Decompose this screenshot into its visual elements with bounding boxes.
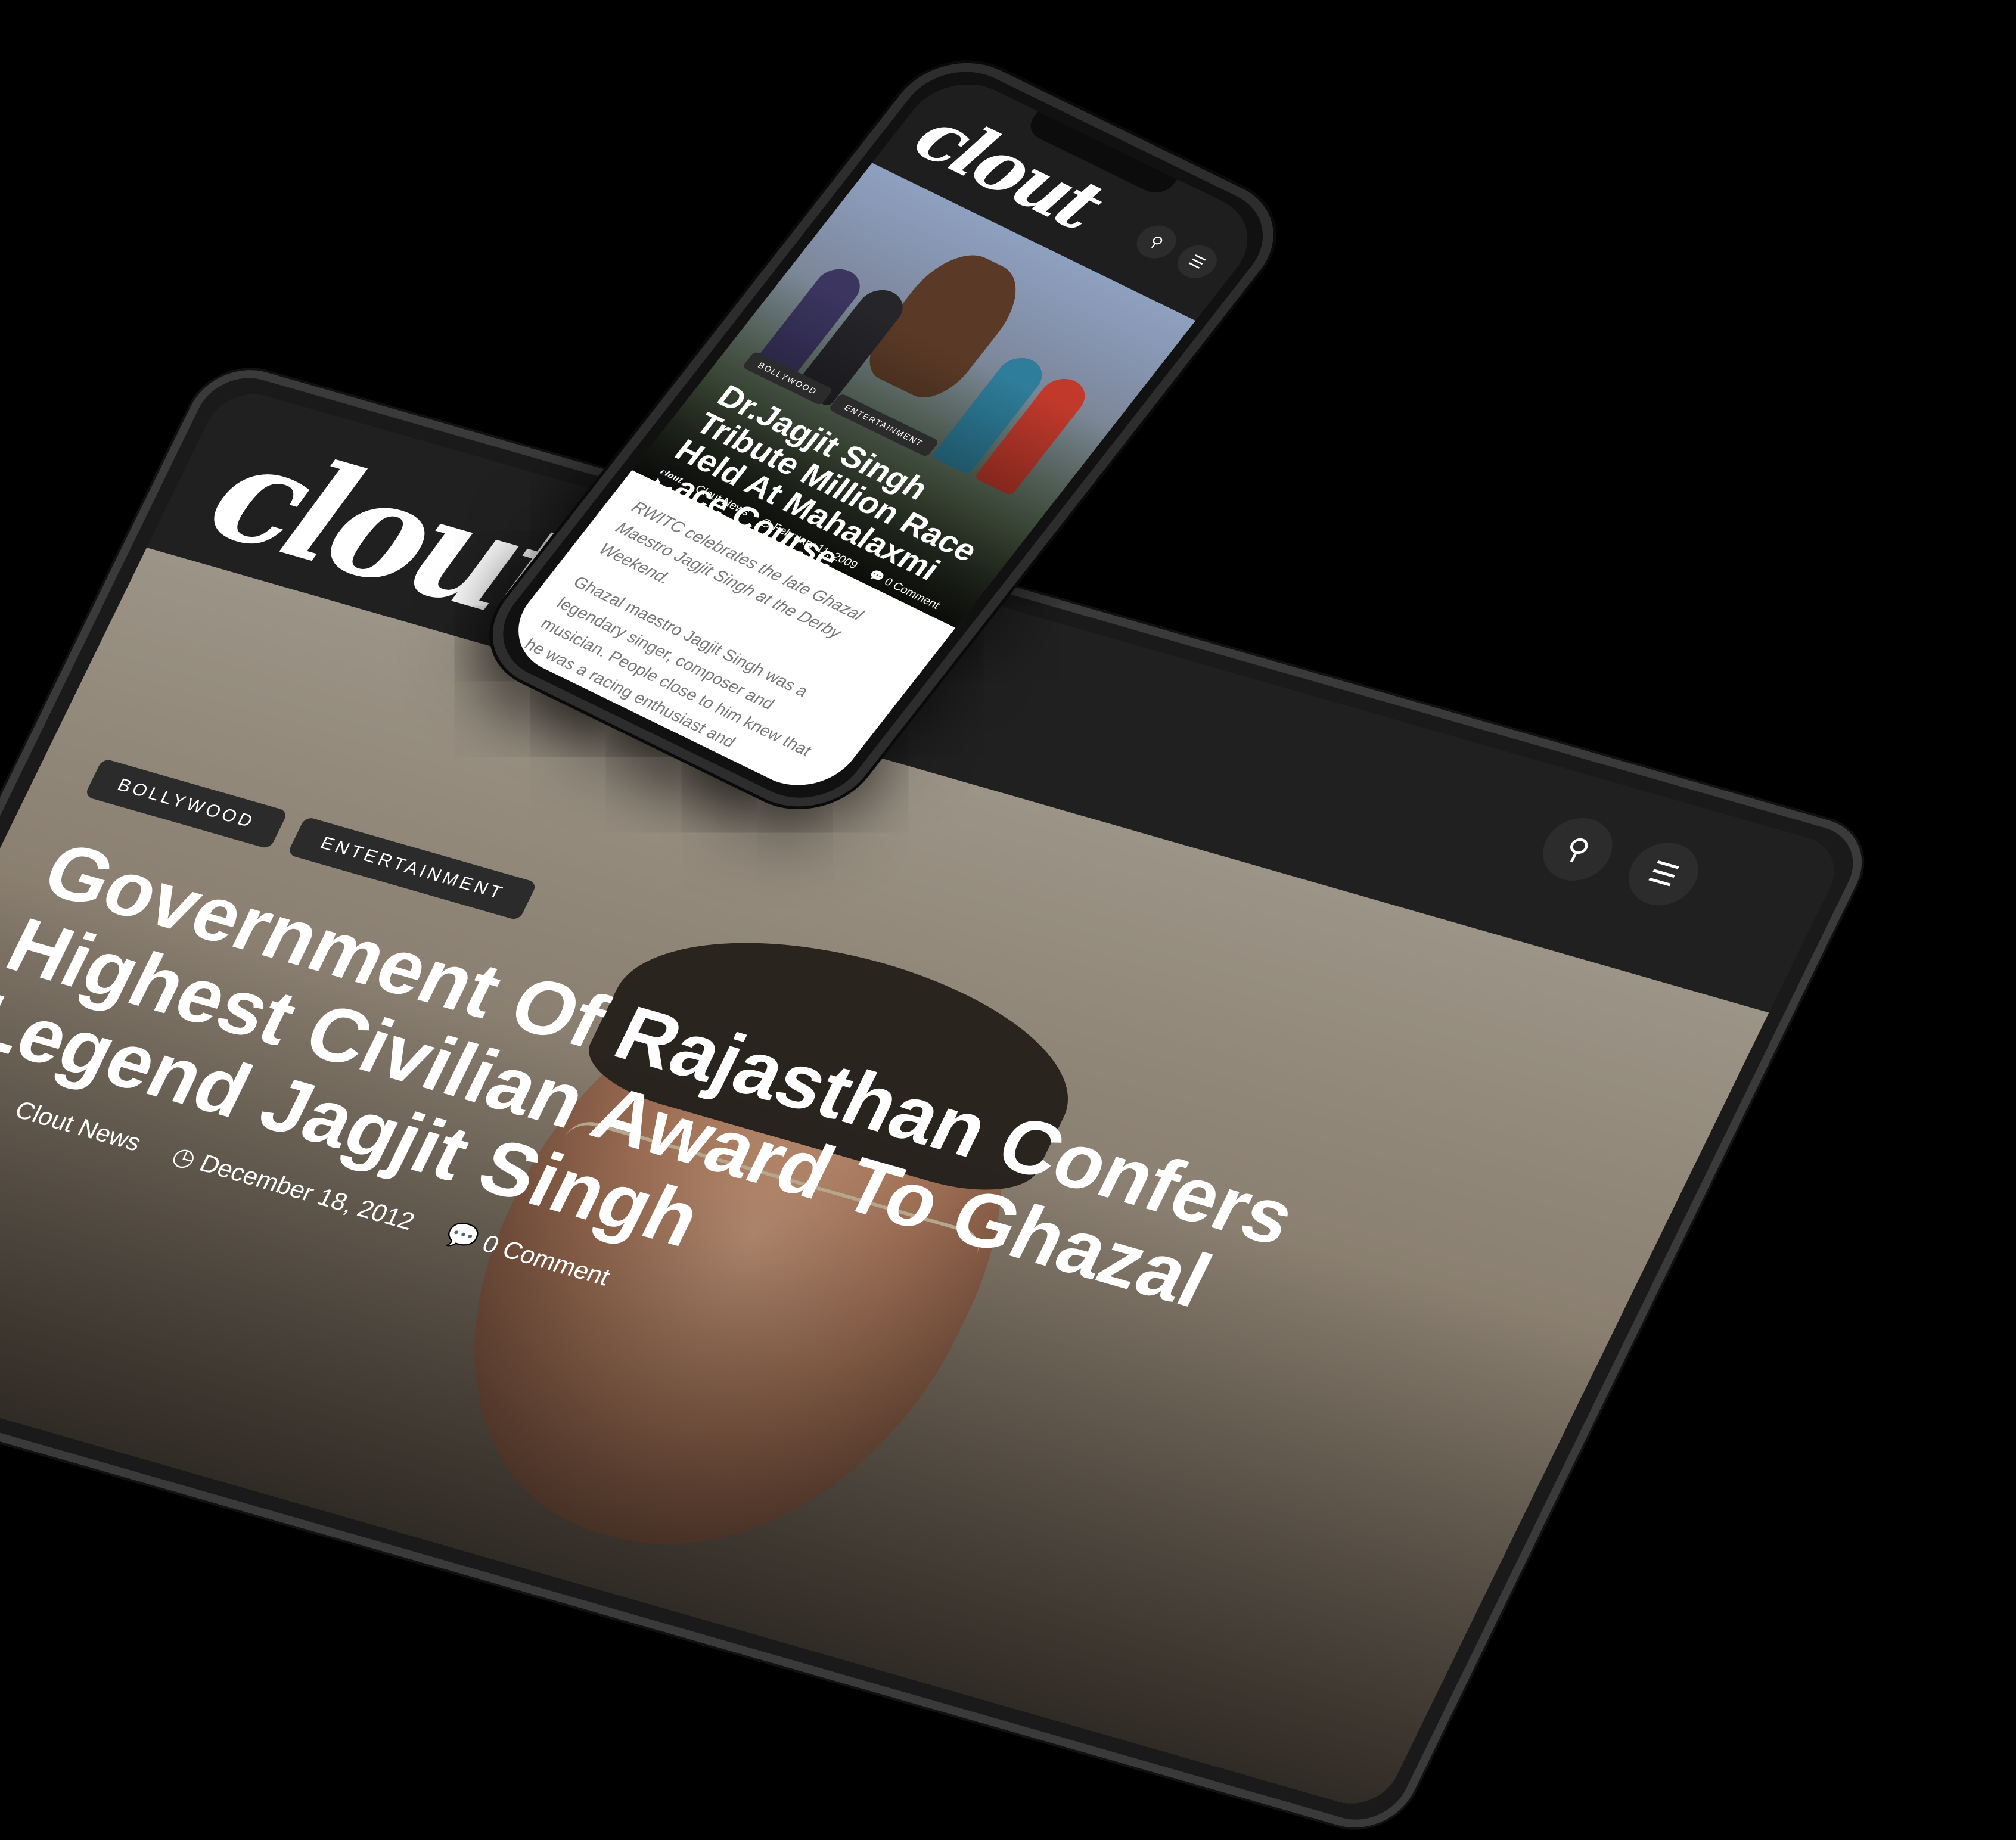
menu-button[interactable]: ☰: [1617, 835, 1710, 913]
comment-icon: 💬: [441, 1219, 484, 1253]
menu-button[interactable]: ☰: [1170, 240, 1225, 284]
search-button[interactable]: ⚲: [1129, 219, 1184, 265]
menu-icon: ☰: [1643, 855, 1684, 893]
header-actions: ⚲ ☰: [1531, 810, 1710, 913]
clock-icon: ◷: [167, 1140, 201, 1173]
search-icon: ⚲: [1145, 232, 1167, 251]
search-button[interactable]: ⚲: [1531, 810, 1624, 888]
header-actions: ⚲ ☰: [1129, 219, 1225, 284]
search-icon: ⚲: [1560, 831, 1596, 868]
menu-icon: ☰: [1185, 251, 1210, 272]
